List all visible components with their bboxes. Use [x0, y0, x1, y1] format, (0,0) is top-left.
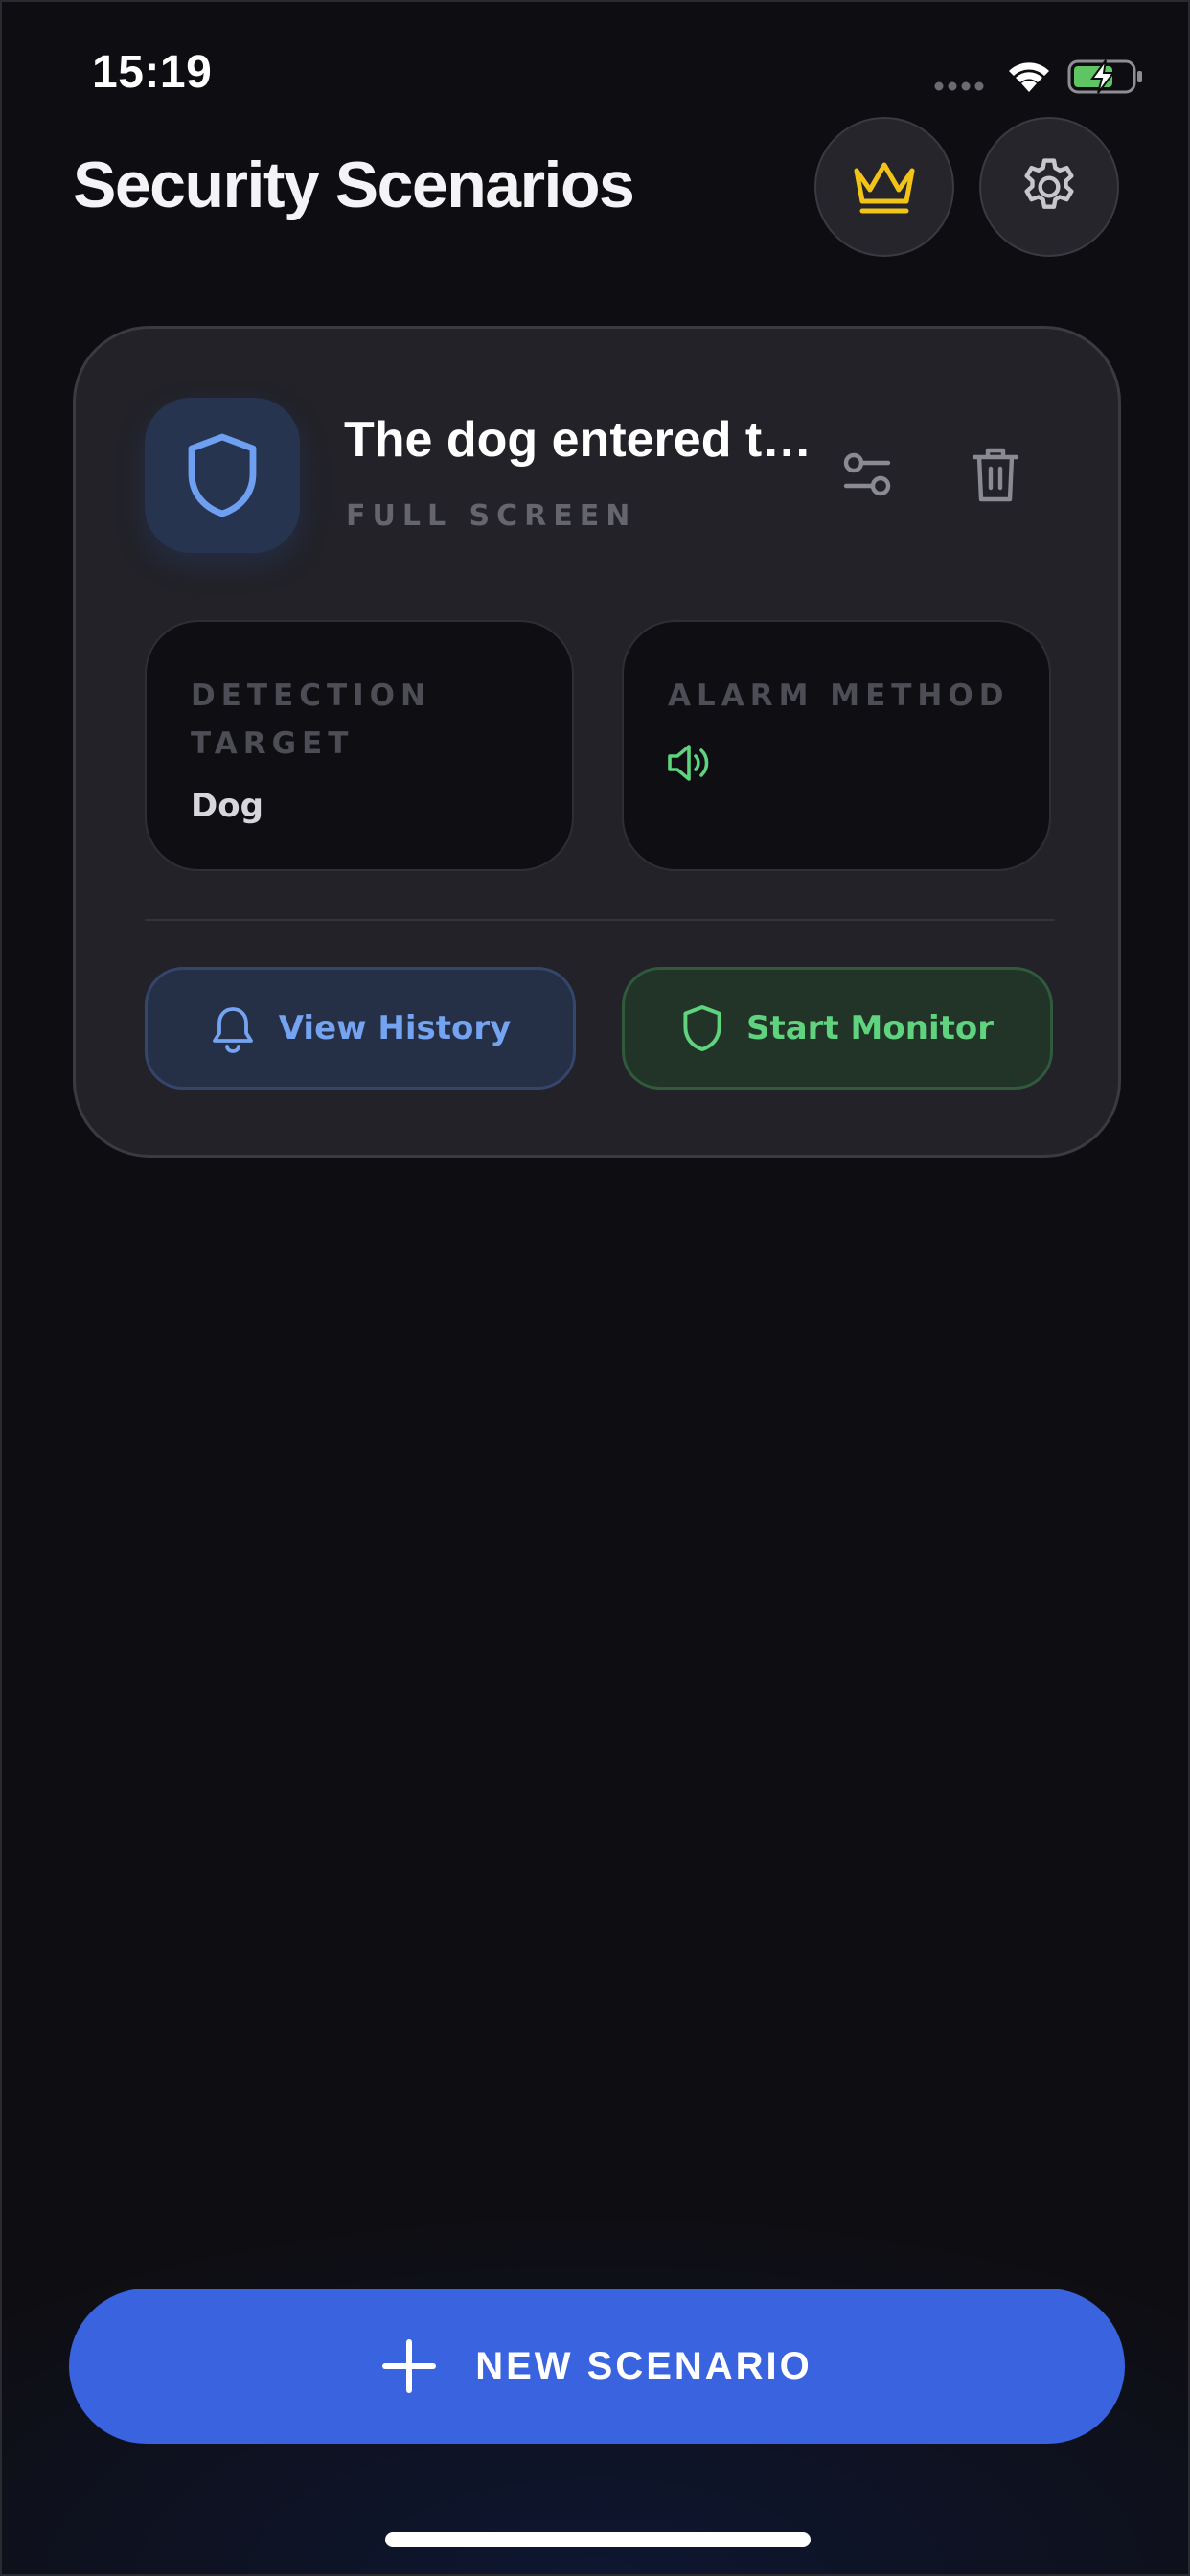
start-monitor-button[interactable]: Start Monitor — [622, 967, 1053, 1090]
alarm-method-label: ALARM METHOD — [668, 678, 1010, 713]
status-icons — [929, 54, 1150, 98]
detection-target-value: Dog — [191, 787, 263, 825]
wifi-icon — [1009, 62, 1049, 92]
scenario-icon-tile — [145, 398, 300, 553]
alarm-icon-wrap — [666, 741, 714, 785]
status-icons-svg — [934, 59, 1142, 94]
battery-charging-icon — [1067, 59, 1142, 94]
gear-icon — [1024, 158, 1074, 209]
settings-button[interactable] — [979, 117, 1119, 257]
detection-target-box: DETECTION TARGET Dog — [145, 620, 574, 871]
scenario-subtitle: FULL SCREEN — [346, 499, 637, 533]
view-history-label: View History — [278, 1009, 512, 1047]
start-monitor-label: Start Monitor — [746, 1009, 994, 1047]
signal-dots-icon — [934, 81, 984, 91]
view-history-button[interactable]: View History — [145, 967, 576, 1090]
bell-icon — [212, 1007, 253, 1053]
edit-scenario-button[interactable] — [829, 436, 905, 513]
crown-icon — [854, 162, 915, 214]
delete-scenario-button[interactable] — [957, 436, 1034, 513]
speaker-icon — [668, 745, 709, 781]
page-title: Security Scenarios — [73, 149, 635, 221]
new-scenario-label: NEW SCENARIO — [475, 2344, 812, 2387]
app-screen: 15:19 Security Scenarios The dog entered… — [0, 0, 1190, 2576]
shield-icon — [188, 433, 257, 518]
sliders-icon — [843, 452, 891, 496]
status-time: 15:19 — [92, 47, 213, 98]
trash-icon — [972, 448, 1019, 502]
shield-icon — [683, 1005, 721, 1051]
detection-target-label: DETECTION TARGET — [191, 678, 431, 761]
alarm-method-box: ALARM METHOD — [622, 620, 1051, 871]
scenario-title: The dog entered the room — [344, 412, 823, 468]
premium-button[interactable] — [814, 117, 954, 257]
home-indicator[interactable] — [385, 2532, 811, 2547]
new-scenario-button[interactable]: NEW SCENARIO — [69, 2288, 1125, 2444]
card-divider — [145, 919, 1055, 921]
plus-icon — [382, 2339, 437, 2393]
scenario-card: The dog entered the room FULL SCREEN DET… — [73, 326, 1121, 1158]
